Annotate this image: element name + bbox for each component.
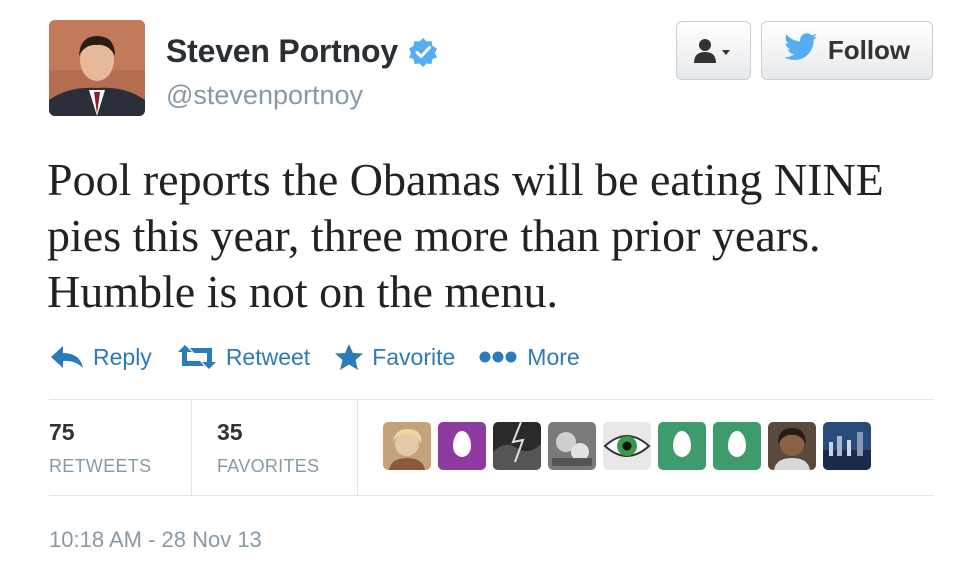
retweets-stat[interactable]: 75 RETWEETS — [49, 400, 192, 495]
user-actions-button[interactable] — [676, 21, 751, 80]
reply-button[interactable]: Reply — [49, 344, 152, 371]
favoriter-egg-avatar[interactable] — [658, 422, 706, 470]
retweet-icon — [177, 345, 216, 369]
retweets-count: 75 — [49, 419, 75, 445]
more-label: More — [527, 343, 580, 370]
favoriter-avatar[interactable] — [383, 422, 431, 470]
tweet-stats: 75 RETWEETS 35 FAVORITES — [49, 399, 934, 496]
tweet-timestamp[interactable]: 10:18 AM - 28 Nov 13 — [49, 527, 262, 553]
tweet-text: Pool reports the Obamas will be eating N… — [47, 154, 884, 317]
favorites-label: FAVORITES — [217, 456, 320, 476]
retweet-button[interactable]: Retweet — [176, 344, 310, 371]
retweets-label: RETWEETS — [49, 456, 152, 476]
author-name-row: Steven Portnoy — [166, 33, 438, 70]
favorites-stat[interactable]: 35 FAVORITES — [192, 400, 358, 495]
follow-button[interactable]: Follow — [761, 21, 933, 80]
reply-label: Reply — [93, 343, 152, 370]
favoriter-avatar[interactable] — [603, 422, 651, 470]
favorite-button[interactable]: Favorite — [334, 343, 455, 371]
display-name[interactable]: Steven Portnoy — [166, 33, 398, 70]
favoriter-avatar[interactable] — [493, 422, 541, 470]
favoriter-avatar[interactable] — [768, 422, 816, 470]
favorite-label: Favorite — [372, 343, 456, 370]
tweet-actions: Reply Retweet Favorite More — [49, 343, 604, 371]
favoriter-egg-avatar[interactable] — [438, 422, 486, 470]
favoriter-avatar[interactable] — [823, 422, 871, 470]
retweet-label: Retweet — [225, 343, 311, 370]
favoriter-avatar[interactable] — [548, 422, 596, 470]
favorites-count: 35 — [217, 419, 243, 445]
user-dropdown-icon — [693, 38, 730, 63]
profile-avatar[interactable] — [49, 20, 145, 116]
twitter-bird-icon — [784, 33, 818, 68]
more-button[interactable]: More — [479, 343, 580, 371]
user-handle[interactable]: @stevenportnoy — [166, 80, 363, 111]
more-dots-icon — [479, 351, 517, 363]
star-icon — [335, 344, 364, 370]
avatar-photo — [49, 20, 145, 116]
follow-label: Follow — [827, 35, 911, 65]
favoriters-list — [383, 422, 878, 470]
reply-icon — [51, 346, 83, 368]
favoriter-egg-avatar[interactable] — [713, 422, 761, 470]
verified-badge-icon — [408, 37, 438, 67]
